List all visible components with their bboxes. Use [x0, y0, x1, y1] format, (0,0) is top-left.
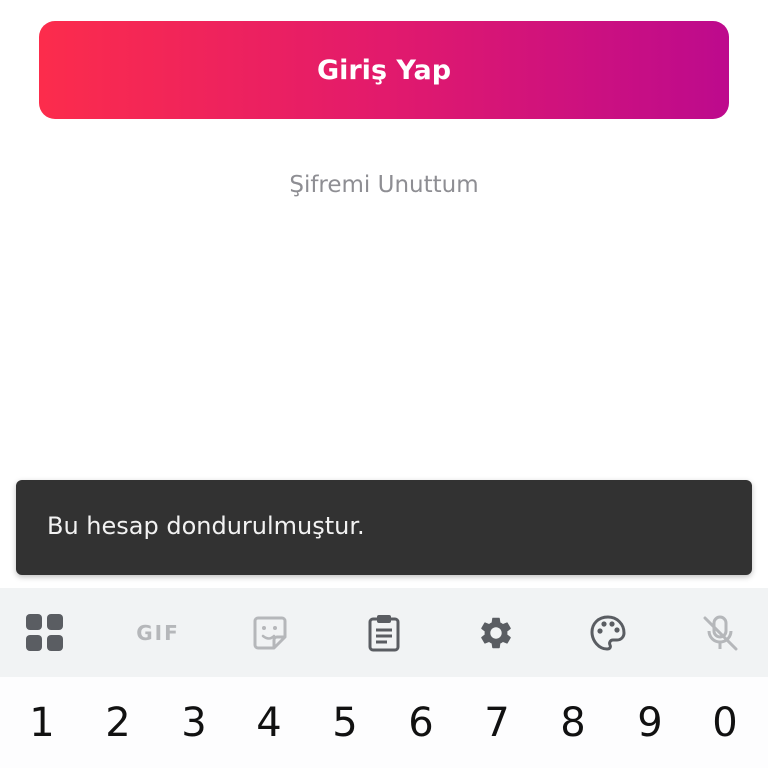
key-4[interactable]: 4: [231, 677, 307, 768]
apps-grid-button[interactable]: [0, 588, 101, 677]
settings-button[interactable]: [440, 588, 552, 677]
gif-icon: GIF: [136, 620, 180, 645]
clipboard-icon: [368, 614, 400, 651]
apps-grid-icon: [26, 613, 63, 651]
gif-button[interactable]: GIF: [102, 588, 214, 677]
key-8[interactable]: 8: [535, 677, 611, 768]
key-1[interactable]: 1: [4, 677, 80, 768]
keyboard-toolbar: GIF: [0, 588, 768, 677]
mic-off-icon: [703, 615, 738, 650]
key-0[interactable]: 0: [687, 677, 763, 768]
sticker-icon: [253, 616, 287, 649]
key-7[interactable]: 7: [459, 677, 535, 768]
keyboard-number-row: 1 2 3 4 5 6 7 8 9 0: [0, 677, 768, 768]
key-5[interactable]: 5: [307, 677, 383, 768]
login-button[interactable]: Giriş Yap: [39, 21, 729, 119]
mic-off-button[interactable]: [664, 588, 768, 677]
palette-button[interactable]: [552, 588, 664, 677]
clipboard-button[interactable]: [328, 588, 440, 677]
snackbar: Bu hesap dondurulmuştur.: [16, 480, 752, 575]
key-6[interactable]: 6: [383, 677, 459, 768]
key-3[interactable]: 3: [156, 677, 232, 768]
forgot-password-link[interactable]: Şifremi Unuttum: [0, 172, 768, 198]
snackbar-message: Bu hesap dondurulmuştur.: [47, 512, 365, 540]
key-2[interactable]: 2: [80, 677, 156, 768]
palette-icon: [590, 615, 626, 650]
settings-icon: [481, 617, 511, 648]
key-9[interactable]: 9: [612, 677, 688, 768]
sticker-button[interactable]: [214, 588, 326, 677]
